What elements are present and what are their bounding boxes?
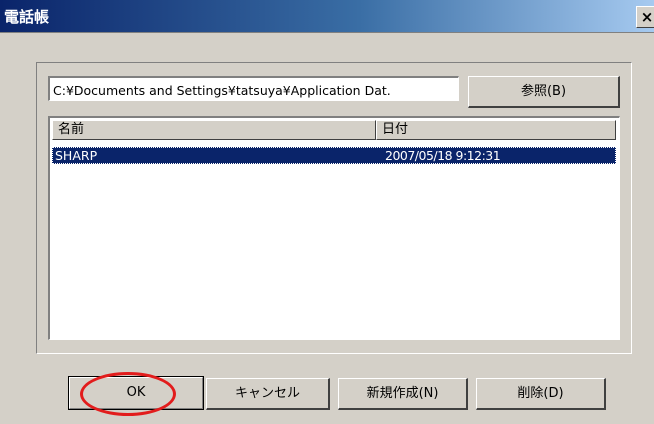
new-entry-button[interactable]: 新規作成(N) [338,378,468,410]
highlight-circle [80,372,176,416]
close-button[interactable]: × [636,6,654,28]
column-header-date[interactable]: 日付 [376,120,616,140]
column-header-name[interactable]: 名前 [52,120,376,140]
cancel-button[interactable]: キャンセル [206,378,330,410]
path-field[interactable]: C:¥Documents and Settings¥tatsuya¥Applic… [48,76,459,101]
window-title: 電話帳 [4,8,50,26]
list-item-name: SHARP [55,148,98,163]
phonebook-dialog: 電話帳 × C:¥Documents and Settings¥tatsuya¥… [0,0,654,424]
phonebook-list[interactable]: 名前 日付 SHARP 2007/05/18 9:12:31 [48,116,620,340]
browse-button[interactable]: 参照(B) [468,76,620,108]
delete-button[interactable]: 削除(D) [476,378,606,410]
list-item[interactable]: SHARP 2007/05/18 9:12:31 [52,147,616,164]
list-item-date: 2007/05/18 9:12:31 [385,148,501,163]
title-bar[interactable]: 電話帳 × [0,0,654,33]
